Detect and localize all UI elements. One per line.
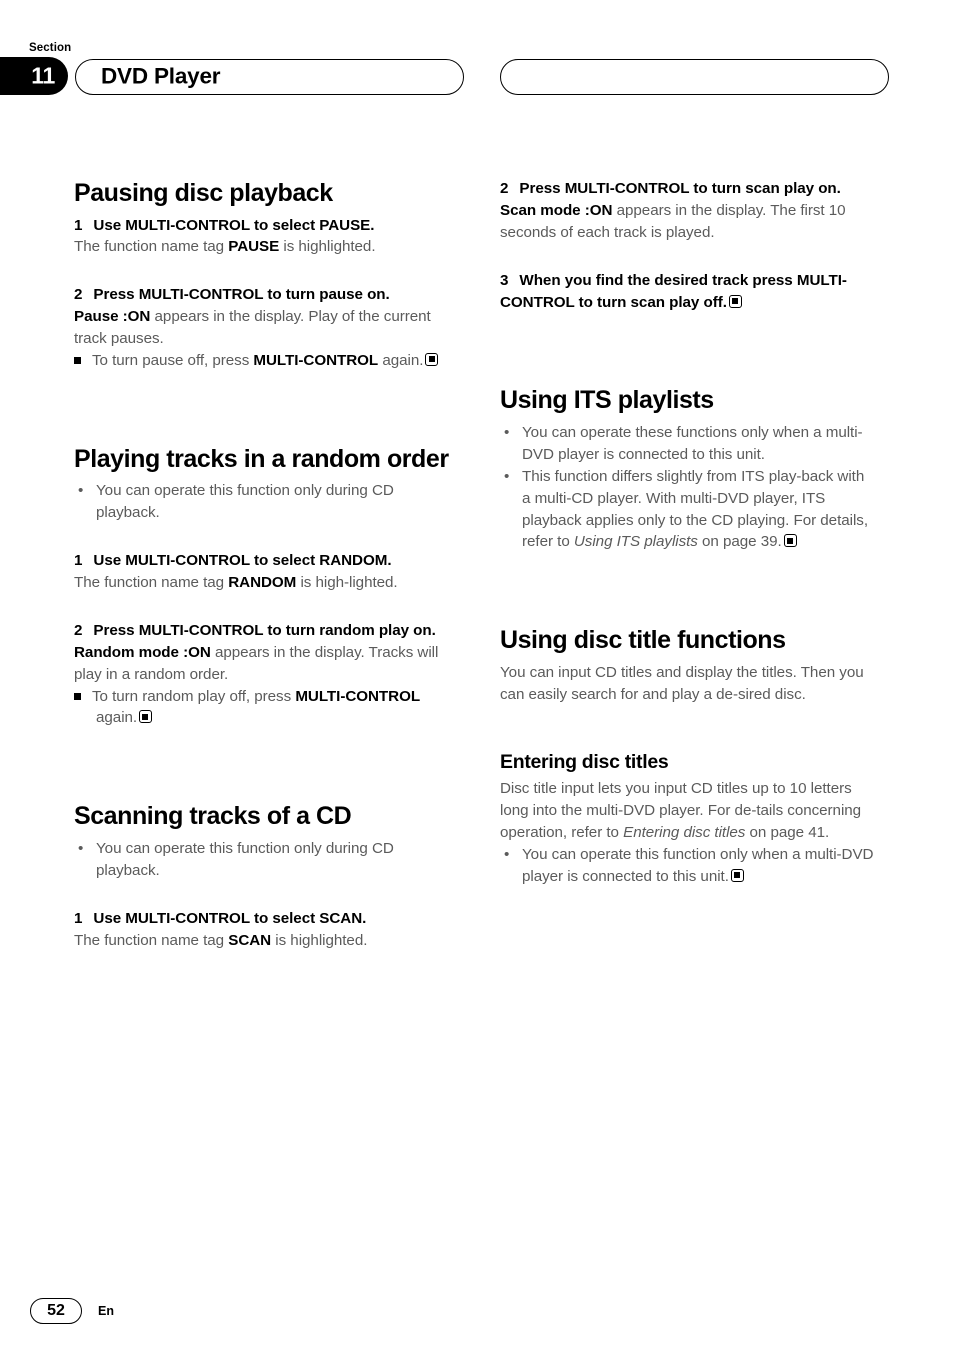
heading-using-disc-title-functions: Using disc title functions (500, 626, 786, 655)
header-right-pill (500, 59, 889, 95)
bullet-list-random-note: • You can operate this function only duri… (74, 480, 450, 524)
intro-entering-disc-titles: Disc title input lets you input CD title… (500, 778, 876, 844)
list-item: • You can operate this function only duri… (74, 480, 450, 524)
heading-pausing-disc-playback: Pausing disc playback (74, 179, 333, 207)
step-scan-1: 1 Use MULTI-CONTROL to select SCAN. (74, 908, 450, 930)
step-scan-1-result: The function name tag SCAN is highlighte… (74, 930, 450, 952)
cross-reference-page: on page 39. (697, 533, 782, 551)
bullet-list-its-notes: • You can operate these functions only wh… (500, 422, 876, 553)
result-prefix: The function name tag (74, 238, 229, 256)
step-number: 1 (74, 216, 83, 234)
section-label: Section (29, 42, 72, 54)
chapter-title-pill: DVD Player (75, 59, 464, 95)
round-bullet-icon: • (78, 482, 84, 500)
note-emphasis: MULTI-CONTROL (295, 687, 421, 705)
cross-reference-title: Entering disc titles (623, 823, 746, 841)
step-random-1-result: The function name tag RANDOM is high-lig… (74, 572, 450, 594)
result-emphasis: SCAN (228, 931, 272, 949)
result-suffix: is highlighted. (271, 931, 368, 949)
step-number: 2 (74, 286, 83, 304)
step-text: Use MULTI-CONTROL to select PAUSE. (93, 216, 375, 234)
step-text: Use MULTI-CONTROL to select RANDOM. (93, 552, 392, 570)
bullet-list-entering-titles-note: • You can operate this function only when… (500, 844, 876, 888)
page-footer: 52 En (30, 1298, 114, 1324)
intro-disc-title-functions: You can input CD titles and display the … (500, 663, 864, 703)
result-suffix: is highlighted. (279, 238, 376, 256)
step-text: Use MULTI-CONTROL to select SCAN. (93, 909, 367, 927)
step-random-1: 1 Use MULTI-CONTROL to select RANDOM. (74, 550, 450, 572)
end-of-topic-icon (783, 534, 797, 548)
end-of-topic-icon (728, 294, 742, 308)
end-of-topic-icon (730, 868, 744, 882)
step-pause-2-result: Pause :ON appears in the display. Play o… (74, 306, 450, 350)
list-item-text: You can operate this function only when … (522, 845, 874, 885)
step-text: Press MULTI-CONTROL to turn scan play on… (519, 180, 841, 197)
step-pause-1-result: The function name tag PAUSE is highlight… (74, 236, 450, 258)
round-bullet-icon: • (78, 839, 84, 857)
result-emphasis: Pause :ON (74, 308, 151, 326)
section-number: 11 (31, 62, 55, 89)
step-scan-2-result: Scan mode :ON appears in the display. Th… (500, 200, 876, 244)
step-pause-1: 1 Use MULTI-CONTROL to select PAUSE. (74, 215, 450, 237)
result-emphasis: Scan mode :ON (500, 201, 613, 219)
step-random-2-result: Random mode :ON appears in the display. … (74, 642, 450, 686)
subheading-entering-disc-titles: Entering disc titles (500, 750, 669, 773)
result-prefix: The function name tag (74, 574, 229, 592)
result-prefix: The function name tag (74, 931, 229, 949)
note-random-off: To turn random play off, press MULTI-CON… (74, 686, 450, 730)
result-emphasis: RANDOM (228, 574, 297, 592)
result-emphasis: PAUSE (228, 238, 280, 256)
manual-page: Section 11 DVD Player Pausing disc playb… (0, 0, 954, 1352)
step-number: 2 (74, 621, 83, 639)
cross-reference-title: Using ITS playlists (573, 533, 698, 551)
note-suffix: again. (378, 351, 424, 369)
list-item: • This function differs slightly from ITS… (500, 466, 876, 554)
step-number: 2 (500, 180, 509, 197)
cross-reference-page: on page 41. (745, 823, 830, 841)
chapter-title: DVD Player (101, 63, 221, 89)
round-bullet-icon: • (504, 845, 510, 863)
square-bullet-icon (74, 356, 81, 364)
step-text: Press MULTI-CONTROL to turn random play … (93, 621, 436, 639)
list-item: • You can operate these functions only wh… (500, 422, 876, 466)
step-text: Press MULTI-CONTROL to turn pause on. (93, 286, 390, 304)
step-number: 1 (74, 909, 83, 927)
result-emphasis: Random mode :ON (74, 643, 211, 661)
language-code: En (98, 1304, 114, 1318)
page-number: 52 (30, 1298, 82, 1324)
note-emphasis: MULTI-CONTROL (253, 351, 379, 369)
page-header: Section 11 DVD Player (0, 0, 954, 120)
section-number-badge: 11 (0, 57, 68, 95)
list-item-text: You can operate this function only durin… (96, 839, 394, 879)
step-pause-2: 2 Press MULTI-CONTROL to turn pause on. (74, 284, 450, 306)
note-pause-off: To turn pause off, press MULTI-CONTROL a… (74, 350, 450, 372)
step-number: 3 (500, 271, 509, 289)
heading-using-its-playlists: Using ITS playlists (500, 386, 714, 415)
list-item: • You can operate this function only when… (500, 844, 876, 888)
note-prefix: To turn pause off, press (92, 351, 254, 369)
left-column: Pausing disc playback 1 Use MULTI-CONTROL… (74, 178, 450, 951)
heading-scanning-tracks-cd: Scanning tracks of a CD (74, 802, 352, 831)
step-number: 1 (74, 552, 83, 570)
list-item-text: You can operate this function only durin… (96, 482, 394, 522)
step-scan-3: 3 When you find the desired track press M… (500, 270, 876, 314)
end-of-topic-icon (425, 352, 439, 366)
bullet-list-scan-note: • You can operate this function only duri… (74, 838, 450, 882)
step-random-2: 2 Press MULTI-CONTROL to turn random play… (74, 620, 450, 642)
step-scan-2: 2 Press MULTI-CONTROL to turn scan play o… (500, 178, 876, 200)
note-prefix: To turn random play off, press (92, 687, 296, 705)
square-bullet-icon (74, 692, 81, 700)
round-bullet-icon: • (504, 423, 510, 441)
step-text: When you find the desired track press MU… (500, 271, 847, 311)
list-item: • You can operate this function only duri… (74, 838, 450, 882)
list-item-text: You can operate these functions only whe… (522, 423, 863, 463)
result-suffix: is high-lighted. (296, 574, 398, 592)
right-column: 2 Press MULTI-CONTROL to turn scan play o… (500, 178, 876, 887)
note-suffix: again. (96, 709, 138, 727)
end-of-topic-icon (139, 710, 153, 724)
round-bullet-icon: • (504, 467, 510, 485)
heading-playing-tracks-random-order: Playing tracks in a random order (74, 444, 449, 473)
